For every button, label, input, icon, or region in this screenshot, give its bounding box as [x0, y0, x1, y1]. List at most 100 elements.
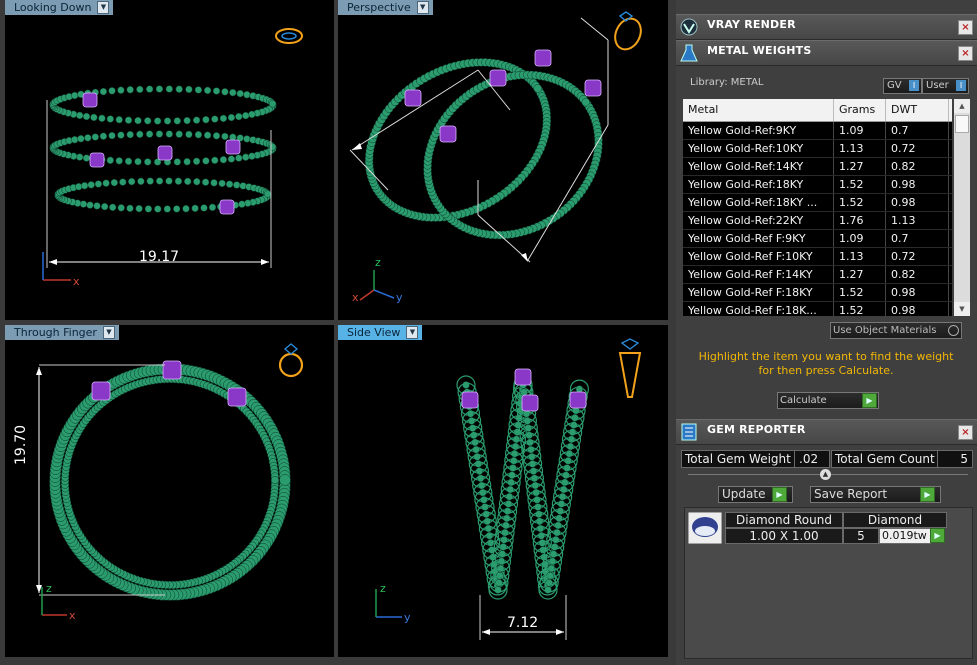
ring-icon-perspective: [614, 11, 642, 51]
user-label: User: [926, 80, 949, 91]
bead: [473, 453, 481, 461]
bead: [201, 178, 210, 186]
bead: [99, 132, 108, 140]
bead: [530, 474, 539, 483]
scroll-down-icon[interactable]: ▼: [954, 302, 970, 316]
gem-list-item[interactable]: Diamond Round Diamond 1.00 X 1.00 5 0.01…: [687, 512, 947, 546]
bead: [184, 177, 192, 186]
bead: [212, 87, 221, 95]
bead: [554, 521, 562, 530]
looking-down-scene: [42, 28, 303, 281]
viewport-label-perspective[interactable]: Perspective ▼: [338, 0, 433, 15]
viewport-perspective[interactable]: Perspective ▼ z x y: [338, 0, 668, 320]
play-icon[interactable]: ▶: [772, 487, 787, 502]
use-object-materials-button[interactable]: Use Object Materials: [830, 322, 962, 339]
bead: [537, 531, 546, 540]
bead: [185, 130, 193, 139]
total-gem-weight-label: Total Gem Weight: [681, 450, 796, 468]
play-icon[interactable]: ▶: [862, 393, 877, 408]
table-row[interactable]: Yellow Gold-Ref:14KY 1.27 0.82: [683, 158, 952, 176]
close-icon[interactable]: ×: [958, 46, 973, 61]
instruction-text: Highlight the item you want to find the …: [698, 350, 954, 377]
gem-setting: [521, 394, 539, 412]
bead: [136, 85, 144, 94]
table-row[interactable]: Yellow Gold-Ref:10KY 1.13 0.72: [683, 140, 952, 158]
column-header-metal[interactable]: Metal: [683, 99, 834, 121]
metal-weights-header[interactable]: METAL WEIGHTS ×: [676, 40, 977, 66]
scroll-thumb[interactable]: [955, 115, 969, 133]
chevron-down-icon[interactable]: ▼: [97, 1, 110, 14]
table-row[interactable]: Yellow Gold-Ref:22KY 1.76 1.13: [683, 212, 952, 230]
bead: [486, 539, 495, 547]
table-row[interactable]: Yellow Gold-Ref:18KY 1.52 0.98: [683, 176, 952, 194]
viewport-through-finger[interactable]: Through Finger ▼ 19.70 z x: [5, 325, 334, 657]
user-toggle[interactable]: User I: [922, 78, 969, 94]
bead: [229, 88, 237, 97]
bead: [128, 177, 136, 186]
viewport-side-view[interactable]: Side View ▼ 7.12 z y: [338, 325, 668, 657]
bead: [227, 113, 236, 122]
total-gem-count-value: 5: [937, 450, 973, 468]
bead: [483, 517, 492, 526]
viewport-label-through-finger[interactable]: Through Finger ▼: [5, 325, 119, 340]
table-row[interactable]: Yellow Gold-Ref F:9KY 1.09 0.7: [683, 230, 952, 248]
viewport-looking-down[interactable]: Looking Down ▼ 19.17 x: [5, 0, 334, 320]
bead: [498, 550, 507, 558]
bead: [480, 496, 488, 504]
axis-x-label: x: [73, 275, 80, 288]
use-object-materials-label: Use Object Materials: [833, 325, 937, 336]
table-row[interactable]: Yellow Gold-Ref F:10KY 1.13 0.72: [683, 248, 952, 266]
chevron-down-icon[interactable]: ▼: [406, 326, 419, 339]
gem-setting: [157, 145, 173, 161]
bead: [194, 131, 203, 139]
bead: [192, 116, 201, 124]
dwt-cell: 0.98: [886, 194, 949, 211]
play-icon[interactable]: ▶: [920, 487, 935, 502]
chevron-down-icon[interactable]: ▼: [416, 1, 429, 14]
bead: [219, 156, 228, 164]
table-row[interactable]: Yellow Gold-Ref:18KY ... 1.52 0.98: [683, 194, 952, 212]
gem-reporter-title: GEM REPORTER: [707, 423, 806, 436]
bead: [211, 156, 219, 164]
play-icon[interactable]: ▶: [930, 528, 945, 543]
bead: [532, 488, 540, 497]
table-row[interactable]: Yellow Gold-Ref F:14KY 1.27 0.82: [683, 266, 952, 284]
gv-toggle[interactable]: GV I: [883, 78, 922, 94]
gem-reporter-header[interactable]: GEM REPORTER ×: [676, 419, 977, 445]
bead: [146, 177, 154, 185]
viewport-label-side-view[interactable]: Side View ▼: [338, 325, 423, 340]
bead: [467, 417, 476, 425]
bead: [535, 517, 544, 526]
dimension-label: 19.17: [139, 249, 180, 265]
chevron-down-icon[interactable]: ▼: [102, 326, 115, 339]
table-row[interactable]: Yellow Gold-Ref F:18KY 1.52 0.98: [683, 284, 952, 302]
bead: [525, 431, 533, 439]
bead: [243, 91, 251, 99]
bead: [76, 111, 84, 120]
bead: [476, 474, 485, 483]
bead: [468, 424, 477, 432]
scroll-up-icon[interactable]: ▲: [954, 99, 970, 113]
dwt-cell: 0.7: [886, 122, 949, 139]
close-icon[interactable]: ×: [958, 425, 973, 440]
gem-shape: Diamond Round: [725, 512, 843, 528]
viewport-label-looking-down[interactable]: Looking Down ▼: [5, 0, 114, 15]
bead: [564, 457, 572, 465]
bead: [80, 182, 89, 190]
column-header-grams[interactable]: Grams: [834, 99, 886, 121]
close-icon[interactable]: ×: [958, 20, 973, 35]
table-row[interactable]: Yellow Gold-Ref:9KY 1.09 0.7: [683, 122, 952, 140]
table-scrollbar[interactable]: ▲ ▼: [954, 99, 970, 316]
bead: [173, 158, 181, 166]
bead: [471, 438, 479, 447]
column-header-dwt[interactable]: DWT: [886, 99, 949, 121]
vray-render-header[interactable]: VRAY RENDER ×: [676, 14, 977, 40]
bead: [202, 116, 210, 124]
table-row[interactable]: Yellow Gold-Ref F:18K... 1.52 0.98: [683, 302, 952, 316]
grams-cell: 1.27: [834, 158, 886, 175]
bead: [505, 492, 514, 501]
bead: [528, 460, 537, 468]
expand-toggle-icon[interactable]: ▲: [820, 469, 831, 480]
bead: [191, 204, 199, 212]
bead: [559, 485, 568, 494]
